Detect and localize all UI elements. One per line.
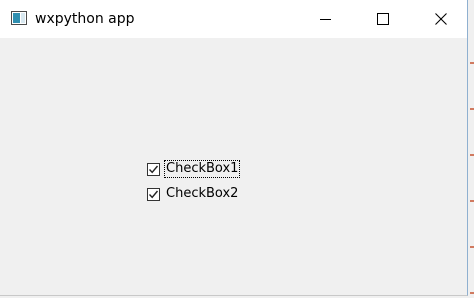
checkbox-2[interactable]: CheckBox2 [147,185,239,203]
checkmark-icon [148,190,159,198]
minimize-button[interactable] [296,0,354,38]
title-bar[interactable]: wxpython app [0,0,467,38]
window-title: wxpython app [35,11,135,27]
client-area: CheckBox1 CheckBox2 [0,38,467,295]
minimize-icon [320,19,331,20]
close-icon [435,13,447,25]
checkbox-1-label[interactable]: CheckBox1 [163,160,241,178]
app-icon-pane-secondary [21,13,25,23]
checkbox-1-box[interactable] [147,162,160,176]
maximize-button[interactable] [354,0,412,38]
app-window-icon[interactable] [11,11,27,25]
app-icon-pane [13,13,20,23]
close-button[interactable] [412,0,470,38]
background-window-edge [470,40,474,296]
app-window: wxpython app CheckBox1 CheckBox2 [0,0,468,296]
checkmark-icon [148,165,159,173]
checkbox-2-box[interactable] [147,187,160,201]
checkbox-1[interactable]: CheckBox1 [147,160,241,178]
maximize-icon [377,13,389,25]
checkbox-2-label[interactable]: CheckBox2 [165,186,239,202]
